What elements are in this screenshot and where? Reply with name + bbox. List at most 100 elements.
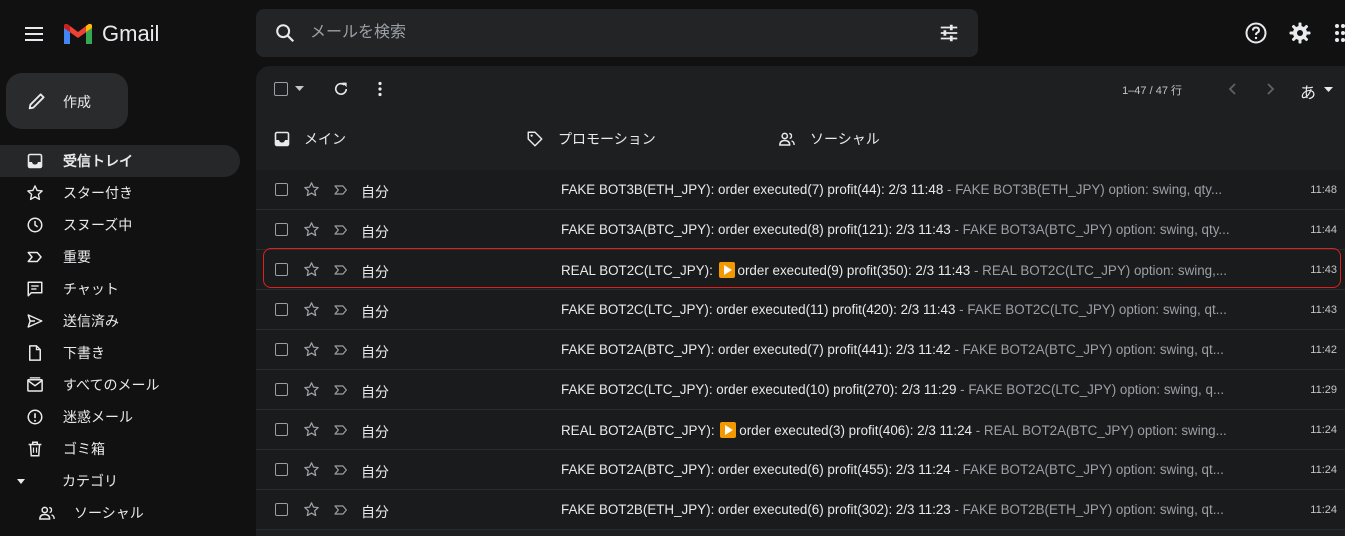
people-icon <box>38 504 56 522</box>
refresh-icon[interactable] <box>332 80 350 98</box>
email-time: 11:24 <box>1310 424 1337 436</box>
sidebar-item-starred[interactable]: スター付き <box>0 177 240 209</box>
email-subject: FAKE BOT2C(LTC_JPY): order executed(11) … <box>561 302 956 317</box>
next-page-icon[interactable] <box>1266 83 1276 95</box>
clock-icon <box>26 216 44 234</box>
email-time: 11:48 <box>1310 184 1337 196</box>
star-icon[interactable] <box>303 381 320 398</box>
tab-social[interactable]: ソーシャル <box>778 112 880 166</box>
search-icon[interactable] <box>274 22 296 44</box>
row-checkbox[interactable] <box>275 503 288 516</box>
email-row[interactable]: 自分 FAKE BOT3A(BTC_JPY): order executed(8… <box>256 210 1345 250</box>
star-icon[interactable] <box>303 261 320 278</box>
row-checkbox[interactable] <box>275 183 288 196</box>
important-marker-icon[interactable] <box>333 302 349 318</box>
row-checkbox[interactable] <box>275 223 288 236</box>
select-all-checkbox[interactable] <box>274 82 288 96</box>
email-subject: order executed(3) profit(406): 2/3 11:24 <box>739 423 972 438</box>
sidebar-item-inbox[interactable]: 受信トレイ <box>0 145 240 177</box>
email-row[interactable]: 自分 FAKE BOT3B(ETH_JPY): order executed(7… <box>256 170 1345 210</box>
star-icon[interactable] <box>303 421 320 438</box>
star-icon[interactable] <box>303 181 320 198</box>
email-sender: 自分 <box>361 304 389 320</box>
email-snippet: - FAKE BOT2C(LTC_JPY) option: swing, q..… <box>956 382 1225 397</box>
email-row[interactable]: 自分 FAKE BOT2C(LTC_JPY): order executed(1… <box>256 370 1345 410</box>
main-menu-button[interactable] <box>22 22 46 46</box>
email-snippet: - FAKE BOT2B(ETH_JPY) option: swing, qt.… <box>950 502 1224 517</box>
email-subject-line: REAL BOT2A(BTC_JPY): order executed(3) p… <box>561 422 1247 438</box>
star-icon[interactable] <box>303 301 320 318</box>
sidebar-item-important[interactable]: 重要 <box>0 241 240 273</box>
sidebar-item-spam[interactable]: 迷惑メール <box>0 401 240 433</box>
sidebar-item-chat[interactable]: チャット <box>0 273 240 305</box>
email-sender: 自分 <box>361 224 389 240</box>
tab-promotions[interactable]: プロモーション <box>526 112 656 166</box>
sidebar-item-sent[interactable]: 送信済み <box>0 305 240 337</box>
star-icon[interactable] <box>303 461 320 478</box>
row-checkbox[interactable] <box>275 463 288 476</box>
important-marker-icon[interactable] <box>333 182 349 198</box>
email-time: 11:43 <box>1310 264 1337 276</box>
email-subject: FAKE BOT2A(BTC_JPY): order executed(7) p… <box>561 342 951 357</box>
compose-button[interactable]: 作成 <box>6 73 128 129</box>
tab-primary[interactable]: メイン <box>274 112 346 166</box>
help-icon[interactable] <box>1244 21 1268 45</box>
row-checkbox[interactable] <box>275 303 288 316</box>
sidebar-item-snoozed[interactable]: スヌーズ中 <box>0 209 240 241</box>
important-marker-icon[interactable] <box>333 222 349 238</box>
email-sender: 自分 <box>361 384 389 400</box>
search-options-icon[interactable] <box>938 22 960 44</box>
search-input[interactable] <box>310 9 910 57</box>
app-title: Gmail <box>102 21 160 46</box>
sidebar-item-all-mail[interactable]: すべてのメール <box>0 369 240 401</box>
pagination-text: 1–47 / 47 行 <box>1122 85 1182 97</box>
email-row[interactable]: 自分 FAKE BOT2A(BTC_JPY): order executed(7… <box>256 330 1345 370</box>
prev-page-icon[interactable] <box>1227 83 1237 95</box>
email-snippet: - FAKE BOT2C(LTC_JPY) option: swing, qt.… <box>955 302 1227 317</box>
star-icon[interactable] <box>303 341 320 358</box>
tag-icon <box>526 130 544 148</box>
row-checkbox[interactable] <box>275 343 288 356</box>
email-subject-line: REAL BOT2C(LTC_JPY): order executed(9) p… <box>561 262 1247 278</box>
email-row[interactable]: 自分 REAL BOT2C(LTC_JPY): order executed(9… <box>256 250 1345 290</box>
row-checkbox[interactable] <box>275 383 288 396</box>
email-row[interactable]: 自分 FAKE BOT2C(LTC_JPY): order executed(1… <box>256 290 1345 330</box>
email-row[interactable]: 自分 FAKE BOT2A(BTC_JPY): order executed(6… <box>256 450 1345 490</box>
sidebar-item-categories[interactable]: カテゴリ <box>0 465 240 497</box>
compose-label: 作成 <box>63 94 91 110</box>
settings-gear-icon[interactable] <box>1288 21 1312 45</box>
important-marker-icon[interactable] <box>333 462 349 478</box>
important-marker-icon[interactable] <box>333 382 349 398</box>
sidebar-item-trash[interactable]: ゴミ箱 <box>0 433 240 465</box>
caret-down-icon[interactable] <box>12 472 30 490</box>
important-marker-icon[interactable] <box>333 262 349 278</box>
email-snippet: - FAKE BOT2A(BTC_JPY) option: swing, qt.… <box>950 342 1224 357</box>
star-icon[interactable] <box>303 501 320 518</box>
send-icon <box>26 312 44 330</box>
apps-grid-icon[interactable] <box>1333 21 1345 45</box>
sidebar-nav: 受信トレイ スター付き スヌーズ中 重要 チャット 送信済み 下書き すべてのメ… <box>0 145 240 529</box>
more-vert-icon[interactable] <box>375 81 385 97</box>
select-caret-down-icon[interactable] <box>295 86 304 92</box>
email-subject: FAKE BOT2B(ETH_JPY): order executed(6) p… <box>561 502 951 517</box>
important-marker-icon[interactable] <box>333 342 349 358</box>
input-tools-caret-icon[interactable] <box>1324 87 1333 93</box>
sidebar-item-social[interactable]: ソーシャル <box>0 497 240 529</box>
important-marker-icon[interactable] <box>333 422 349 438</box>
row-checkbox[interactable] <box>275 263 288 276</box>
play-button-emoji-icon <box>718 262 735 278</box>
search-bar[interactable] <box>256 9 978 57</box>
row-checkbox[interactable] <box>275 423 288 436</box>
inbox-icon <box>26 152 44 170</box>
email-row[interactable]: 自分 FAKE BOT2B(ETH_JPY): order executed(6… <box>256 490 1345 530</box>
email-subject-line: FAKE BOT2B(ETH_JPY): order executed(6) p… <box>561 502 1247 517</box>
star-icon[interactable] <box>303 221 320 238</box>
email-row[interactable]: 自分 REAL BOT2A(BTC_JPY): order executed(3… <box>256 410 1345 450</box>
email-snippet: - REAL BOT2C(LTC_JPY) option: swing,... <box>970 263 1227 278</box>
gmail-logo[interactable]: Gmail <box>62 20 159 48</box>
important-icon <box>26 248 44 266</box>
important-marker-icon[interactable] <box>333 502 349 518</box>
email-time: 11:24 <box>1310 464 1337 476</box>
sidebar-item-drafts[interactable]: 下書き <box>0 337 240 369</box>
input-tools-button[interactable]: あ <box>1300 79 1316 103</box>
